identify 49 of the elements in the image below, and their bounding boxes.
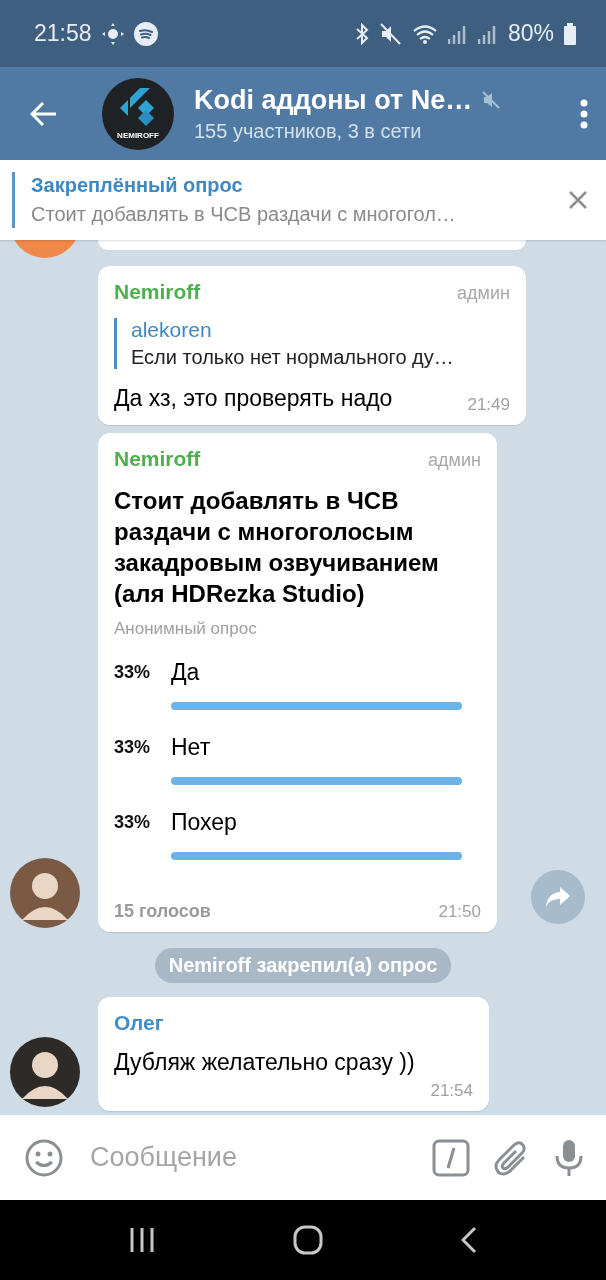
message-time: 21:50 <box>438 902 481 922</box>
music-app-icon <box>133 21 158 46</box>
pinned-text: Стоит добавлять в ЧСВ раздачи с многогол… <box>31 203 457 226</box>
author-name[interactable]: Nemiroff <box>114 447 201 471</box>
back-nav-button[interactable] <box>461 1226 477 1254</box>
message-time: 21:54 <box>430 1081 473 1101</box>
avatar[interactable] <box>10 1037 80 1107</box>
avatar[interactable] <box>10 858 80 928</box>
author-name[interactable]: Олег <box>114 1011 164 1035</box>
wifi-icon <box>411 23 438 44</box>
group-avatar[interactable]: NEMIROFF <box>102 77 174 150</box>
signal-icon <box>477 23 498 44</box>
microphone-button[interactable] <box>554 1137 584 1178</box>
signal-icon <box>447 23 468 44</box>
message-text: Дубляж желательно сразу )) <box>114 1048 415 1077</box>
emoji-button[interactable] <box>24 1137 64 1178</box>
reply-author: alekoren <box>131 318 213 342</box>
author-name[interactable]: Nemiroff <box>114 280 201 304</box>
recents-button[interactable] <box>129 1228 155 1252</box>
option-percent: 33% <box>114 812 152 833</box>
poll-type: Анонимный опрос <box>114 619 258 639</box>
reply-quote[interactable]: alekoren Если только нет нормального ду… <box>114 318 510 369</box>
role-label: админ <box>457 283 510 304</box>
pinned-title: Закреплённый опрос <box>31 174 244 197</box>
share-icon <box>545 886 571 908</box>
option-label: Похер <box>171 809 238 836</box>
message-text: Да хз, это проверять надо <box>114 384 393 413</box>
chat-title: Kodi аддоны от Ne… <box>194 84 473 116</box>
battery-icon <box>564 22 576 45</box>
option-label: Да <box>171 659 201 686</box>
battery-percent: 80% <box>507 20 554 47</box>
home-button[interactable] <box>293 1225 323 1255</box>
role-label: админ <box>428 450 481 471</box>
commands-button[interactable] <box>432 1138 470 1177</box>
service-message: Nemiroff закрепил(а) опрос <box>154 948 452 983</box>
vote-count: 15 голосов <box>114 901 211 922</box>
option-label: Нет <box>171 734 212 761</box>
member-count: 155 участников, 3 в сети <box>194 119 423 143</box>
option-percent: 33% <box>114 737 152 758</box>
pinned-bar[interactable]: Закреплённый опрос Стоит добавлять в ЧСВ раздачи с многогол… <box>0 160 606 240</box>
message-time: 21:49 <box>467 395 510 415</box>
menu-button[interactable] <box>580 98 588 129</box>
close-button[interactable] <box>568 190 588 210</box>
option-percent: 33% <box>114 662 152 683</box>
poll-question: Стоит добавлять в ЧСВ раздачи с многоголосым закадровым озвучиванием (аля HDRezka Studio) <box>114 486 440 609</box>
mute-icon <box>379 22 402 45</box>
back-button[interactable] <box>30 100 58 127</box>
reply-text: Если только нет нормального ду… <box>131 346 455 369</box>
clock: 21:58 <box>34 20 92 47</box>
